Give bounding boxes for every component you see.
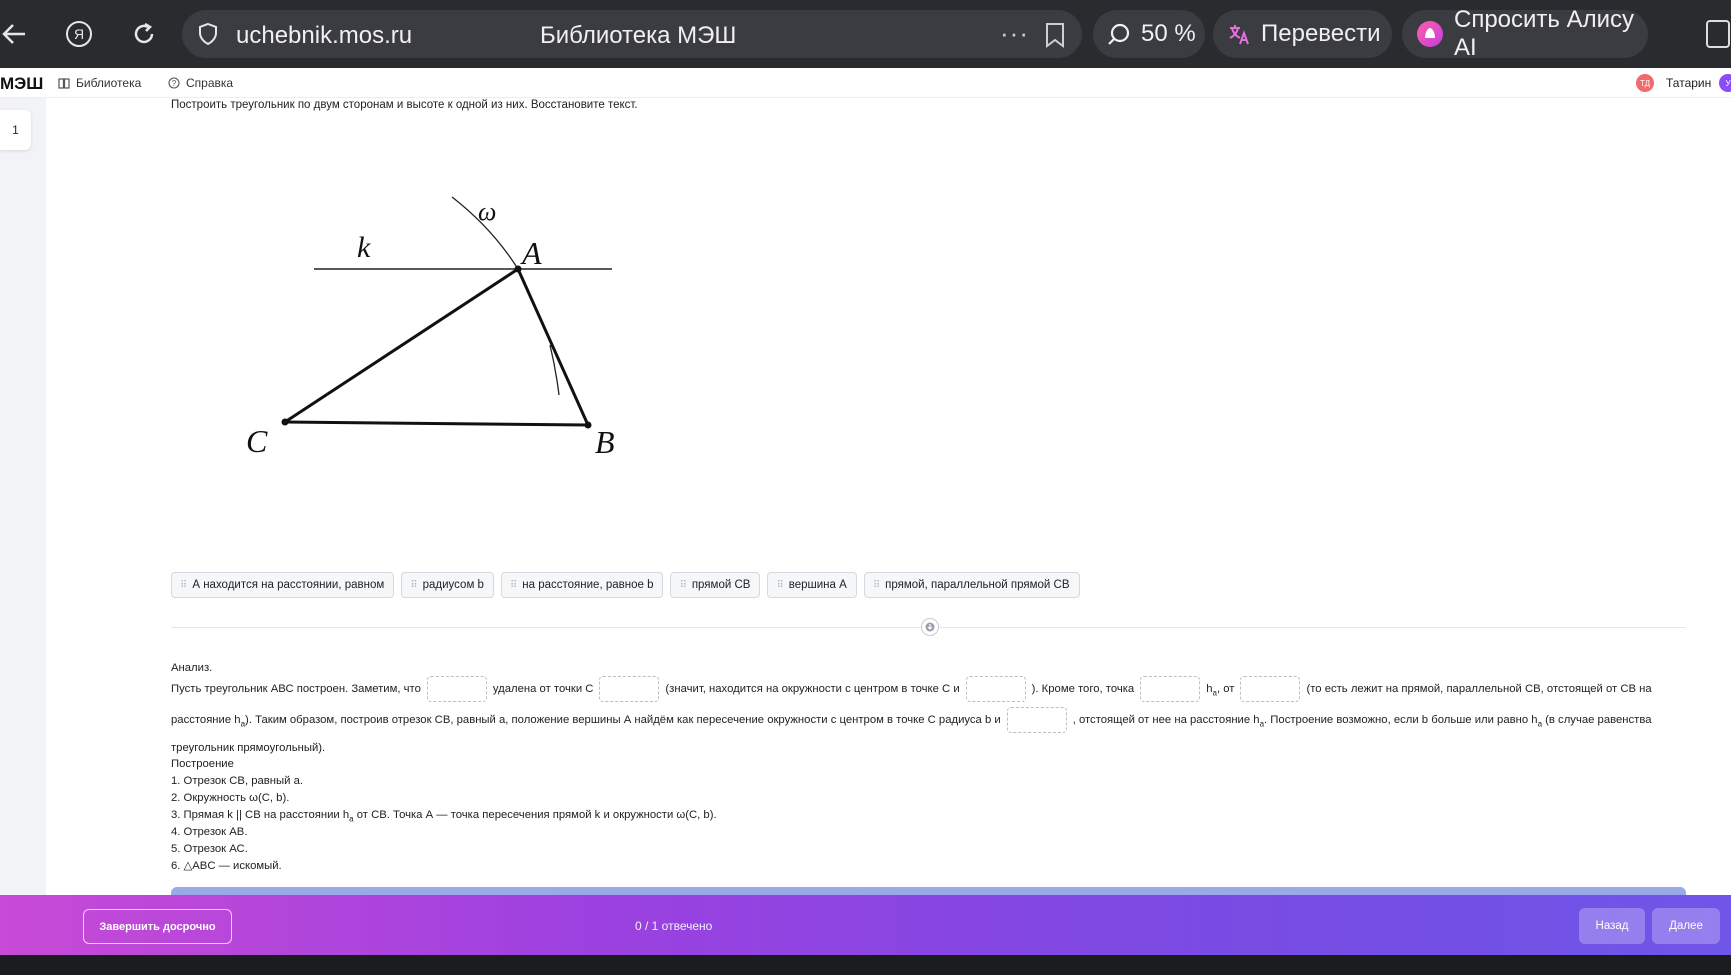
- collapse-icon[interactable]: [921, 618, 939, 636]
- drop-zone[interactable]: [1006, 707, 1067, 734]
- task-text: Построить треугольник по двум сторонам и…: [171, 99, 638, 111]
- reload-icon[interactable]: [124, 14, 164, 54]
- step-2: 2. Окружность ω(С, b).: [171, 792, 290, 804]
- search-chat-icon: [1107, 22, 1131, 46]
- user-menu[interactable]: ТД Татарин: [1636, 74, 1711, 92]
- zoom-button[interactable]: 50 %: [1093, 10, 1205, 58]
- help-link[interactable]: ? Справка: [168, 76, 233, 90]
- answer-chip[interactable]: ⠿ прямой СВ: [670, 572, 761, 598]
- browser-toolbar: Я uchebnik.mos.ru Библиотека МЭШ ··· 50 …: [0, 0, 1731, 68]
- translate-button[interactable]: Перевести: [1213, 10, 1392, 58]
- label-omega: ω: [478, 197, 496, 226]
- answer-chip[interactable]: ⠿ прямой, параллельной прямой СВ: [863, 572, 1080, 598]
- drag-handle-icon[interactable]: ⠿: [510, 580, 517, 591]
- answer-chip[interactable]: ⠿ А находится на расстоянии, равном: [171, 572, 395, 598]
- construction-heading: Построение: [171, 758, 234, 770]
- step-1: 1. Отрезок СВ, равный a.: [171, 775, 304, 787]
- answer-chip[interactable]: ⠿ на расстояние, равное b: [500, 572, 664, 598]
- tab-title: Библиотека МЭШ: [540, 22, 737, 49]
- drag-handle-icon[interactable]: ⠿: [873, 580, 880, 591]
- translate-label: Перевести: [1261, 20, 1381, 47]
- drop-zone[interactable]: [1140, 676, 1201, 703]
- next-button[interactable]: Далее: [1652, 908, 1720, 944]
- drop-zone[interactable]: [599, 676, 660, 703]
- drop-zone[interactable]: [1240, 676, 1301, 703]
- step-5: 5. Отрезок АС.: [171, 843, 248, 855]
- question-number-button[interactable]: 1: [0, 110, 31, 150]
- translate-icon: [1227, 22, 1251, 46]
- os-taskbar: [0, 955, 1731, 975]
- url-text[interactable]: uchebnik.mos.ru: [236, 22, 412, 50]
- secondary-avatar[interactable]: У: [1719, 74, 1731, 92]
- book-icon: [58, 77, 70, 89]
- step-4: 4. Отрезок АВ.: [171, 826, 248, 838]
- point-b: [584, 421, 592, 429]
- answer-chips: ⠿ А находится на расстоянии, равном ⠿ ради…: [171, 572, 1080, 598]
- bottom-bar: [0, 895, 1731, 955]
- user-name: Татарин: [1666, 76, 1712, 90]
- triangle-figure: ω k A B C: [246, 196, 615, 460]
- label-b: B: [595, 424, 615, 460]
- drop-zone[interactable]: [965, 676, 1026, 703]
- side-ab: [516, 268, 590, 426]
- side-cb: [284, 420, 589, 427]
- side-ca: [284, 267, 519, 424]
- svg-text:?: ?: [172, 79, 177, 88]
- analysis-line-3: треугольник прямоугольный).: [171, 742, 326, 754]
- step-6: 6. △ABC — искомый.: [171, 860, 282, 872]
- finish-early-button[interactable]: Завершить досрочно: [83, 909, 232, 944]
- step-3: 3. Прямая k || СВ на расстоянии ha от СВ…: [171, 809, 717, 824]
- label-a: A: [520, 235, 542, 271]
- shield-icon: [196, 22, 220, 46]
- bookmark-icon[interactable]: [1044, 22, 1066, 48]
- point-a: [514, 265, 522, 273]
- alice-icon: [1416, 20, 1444, 48]
- back-button[interactable]: Назад: [1579, 908, 1645, 944]
- app-header: МЭШ Библиотека ? Справка ТД Татарин: [0, 68, 1731, 98]
- analysis-line-2: расстояние ha). Таким образом, построив …: [171, 707, 1651, 737]
- point-c: [281, 418, 289, 426]
- brand-logo[interactable]: МЭШ: [0, 74, 43, 94]
- address-bar[interactable]: uchebnik.mos.ru Библиотека МЭШ ···: [182, 10, 1082, 58]
- back-arrow-icon[interactable]: [0, 14, 34, 54]
- drag-handle-icon[interactable]: ⠿: [180, 580, 187, 591]
- svg-text:Я: Я: [74, 26, 84, 42]
- zoom-level: 50 %: [1141, 20, 1196, 47]
- help-label: Справка: [186, 76, 234, 90]
- answer-chip[interactable]: ⠿ вершина А: [767, 572, 857, 598]
- drag-handle-icon[interactable]: ⠿: [679, 580, 686, 591]
- analysis-line-1: Пусть треугольник АВС построен. Заметим,…: [171, 676, 1652, 706]
- label-c: C: [246, 423, 268, 459]
- yandex-icon[interactable]: Я: [59, 14, 99, 54]
- extension-icon[interactable]: [1706, 20, 1730, 48]
- label-k: k: [357, 231, 371, 264]
- help-icon: ?: [168, 77, 180, 89]
- question-rail: [0, 98, 46, 895]
- drag-handle-icon[interactable]: ⠿: [410, 580, 417, 591]
- library-label: Библиотека: [76, 76, 142, 90]
- ask-alice-button[interactable]: Спросить Алису AI: [1402, 6, 1648, 61]
- analysis-heading: Анализ.: [171, 662, 213, 674]
- answer-chip[interactable]: ⠿ радиусом b: [401, 572, 494, 598]
- alice-label: Спросить Алису AI: [1454, 6, 1635, 61]
- progress-status: 0 / 1 отвечено: [635, 919, 713, 933]
- drop-zone[interactable]: [426, 676, 487, 703]
- drag-handle-icon[interactable]: ⠿: [776, 580, 783, 591]
- library-link[interactable]: Библиотека: [58, 76, 141, 90]
- more-icon[interactable]: ···: [1000, 18, 1029, 49]
- avatar: ТД: [1636, 74, 1654, 92]
